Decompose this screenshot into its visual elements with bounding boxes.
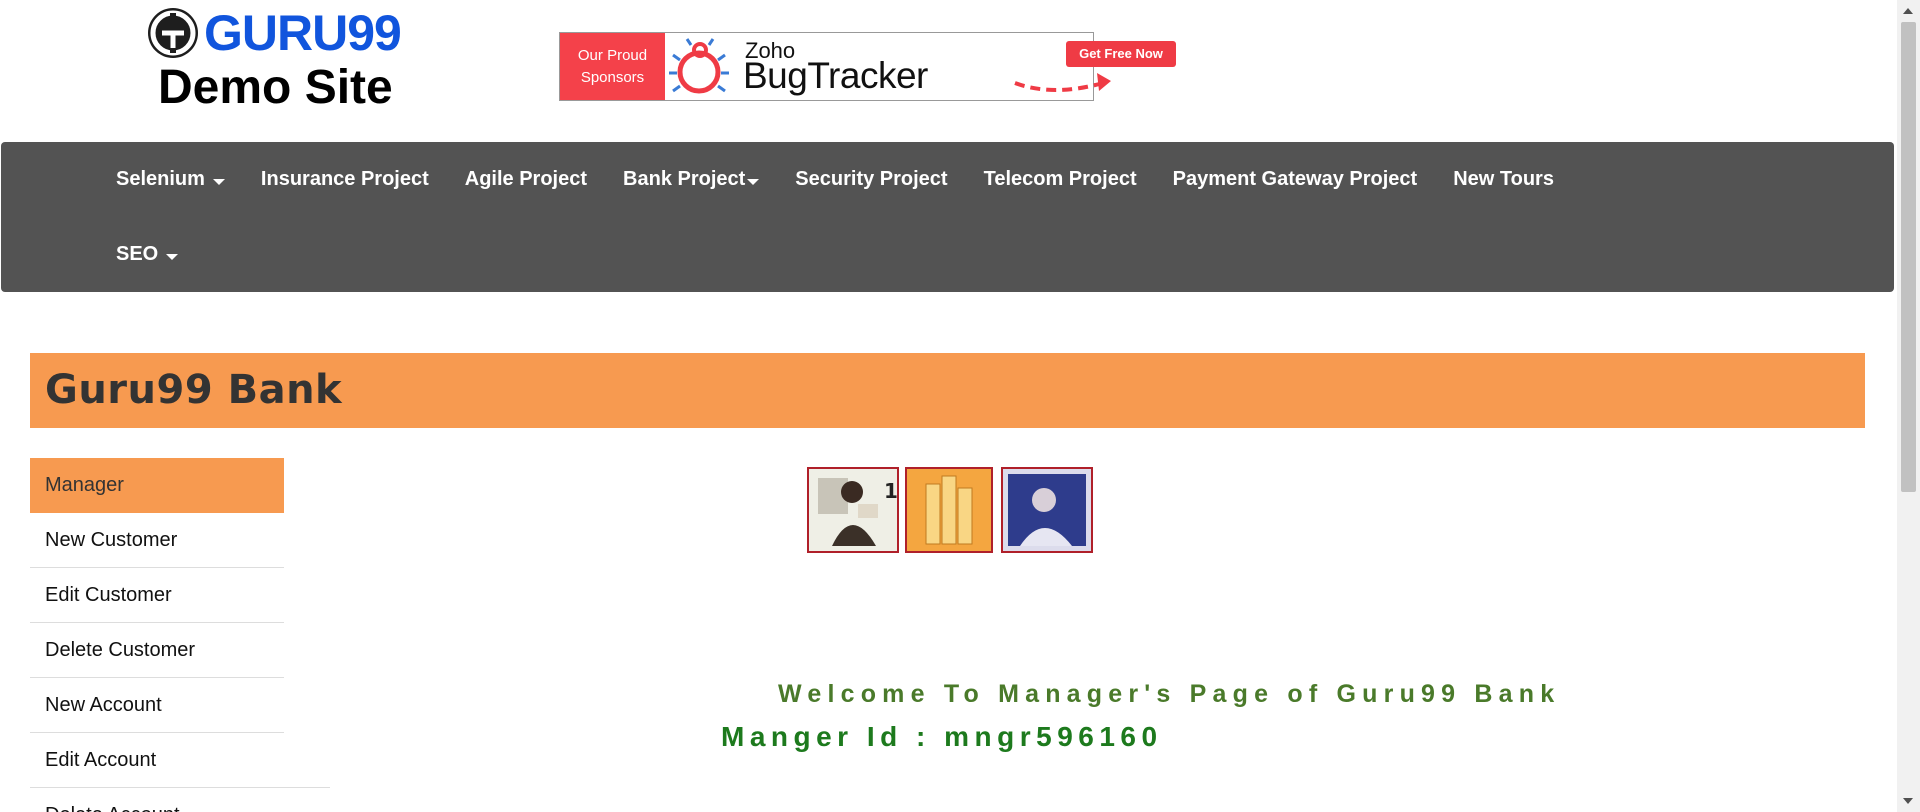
nav-security-project[interactable]: Security Project [777,142,965,217]
nav-agile-project[interactable]: Agile Project [447,142,605,217]
scroll-down-arrow-icon[interactable] [1903,798,1913,804]
sponsor-label-line1: Our Proud [577,46,648,64]
sponsor-product-line2: BugTracker [743,55,928,96]
logo-brand-text: GURU99 [204,5,402,61]
welcome-message: Welcome To Manager's Page of Guru99 Bank [778,680,1561,708]
sponsor-label-line2: Sponsors [580,68,645,86]
nav-row-2: SEO [98,217,196,292]
bank-title: Guru99 Bank [45,367,343,413]
menu-item-delete-account[interactable]: Delete Account [30,788,284,812]
menu-item-new-customer[interactable]: New Customer [30,513,284,568]
bank-banner-image: 1 [806,464,1094,554]
nav-selenium[interactable]: Selenium [98,142,243,217]
caret-down-icon [166,253,179,260]
nav-insurance-project-label: Insurance Project [260,168,429,190]
scroll-up-arrow-icon[interactable] [1903,8,1913,14]
get-free-now-button[interactable]: Get Free Now [1066,41,1176,67]
caret-down-icon [212,178,225,185]
manager-id-text: Manger Id : mngr596160 [721,721,1163,752]
sponsor-label: Our Proud Sponsors [560,33,665,100]
sidebar-menu: Manager New Customer Edit Customer Delet… [30,458,330,812]
nav-seo[interactable]: SEO [98,217,196,292]
nav-agile-project-label: Agile Project [464,168,588,190]
nav-seo-label: SEO [116,243,159,265]
nav-new-tours-label: New Tours [1453,168,1554,190]
nav-payment-gateway-project-label: Payment Gateway Project [1172,168,1418,190]
nav-selenium-label: Selenium [116,168,205,190]
nav-row-1: Selenium Insurance Project Agile Project… [98,142,1572,217]
menu-item-manager[interactable]: Manager [30,458,284,513]
sponsor-product: Zoho BugTracker Get Free Now [743,33,1176,100]
nav-telecom-project[interactable]: Telecom Project [966,142,1155,217]
site-logo[interactable]: GURU99 Demo Site [148,6,413,116]
sponsor-banner[interactable]: Our Proud Sponsors Zoho BugTracker Get F… [559,32,1176,101]
nav-payment-gateway-project[interactable]: Payment Gateway Project [1155,142,1436,217]
vertical-scrollbar[interactable] [1897,0,1920,812]
nav-insurance-project[interactable]: Insurance Project [243,142,447,217]
menu-item-new-account[interactable]: New Account [30,678,284,733]
logo-subtitle: Demo Site [158,61,393,114]
menu-item-edit-customer[interactable]: Edit Customer [30,568,284,623]
arrow-icon [1014,73,1111,92]
top-navigation: Selenium Insurance Project Agile Project… [1,142,1894,292]
menu-item-delete-customer[interactable]: Delete Customer [30,623,284,678]
svg-text:1: 1 [884,479,898,503]
menu-item-edit-account[interactable]: Edit Account [30,733,330,788]
nav-security-project-label: Security Project [795,168,948,190]
caret-down-icon [747,178,760,185]
scrollbar-thumb[interactable] [1901,22,1916,492]
nav-new-tours[interactable]: New Tours [1435,142,1572,217]
nav-bank-project-label: Bank Project [623,168,746,190]
bank-header: Guru99 Bank [30,353,1865,428]
nav-bank-project[interactable]: Bank Project [605,142,777,217]
bug-icon [665,33,745,100]
nav-telecom-project-label: Telecom Project [983,168,1137,190]
guru99-logo-icon [148,8,198,58]
